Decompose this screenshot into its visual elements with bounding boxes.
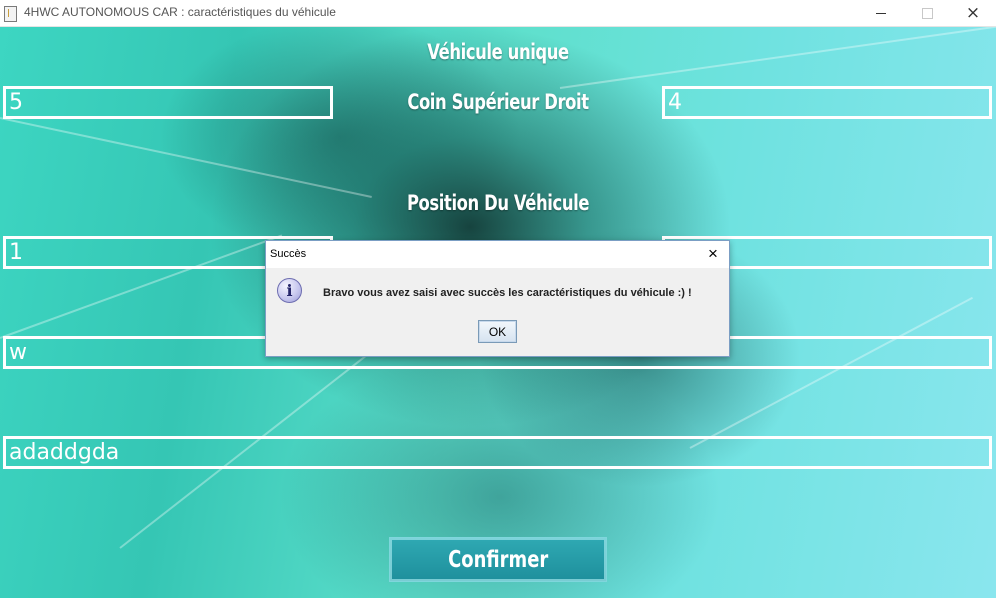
instructions-input[interactable]: adaddgda [3, 436, 992, 469]
confirm-button[interactable]: Confirmer [389, 537, 607, 582]
maximize-button[interactable] [904, 0, 950, 26]
background-streak [689, 296, 974, 449]
dialog-message: Bravo vous avez saisi avec succès les ca… [323, 287, 692, 299]
ok-button[interactable]: OK [478, 320, 517, 343]
dialog-close-button[interactable]: × [703, 244, 723, 264]
vehicle-heading: Véhicule unique [427, 40, 569, 64]
corner-heading: Coin Supérieur Droit [407, 90, 589, 114]
window-titlebar: 4HWC AUTONOMOUS CAR : caractéristiques d… [0, 0, 996, 27]
corner-y-input[interactable]: 4 [662, 86, 992, 119]
position-heading: Position Du Véhicule [406, 191, 590, 215]
info-icon: i [277, 278, 302, 303]
close-icon: × [965, 2, 981, 23]
confirm-label: Confirmer [447, 546, 549, 573]
window-title: 4HWC AUTONOMOUS CAR : caractéristiques d… [24, 5, 336, 19]
success-dialog: Succès × i Bravo vous avez saisi avec su… [265, 240, 730, 357]
background-streak [559, 27, 996, 89]
dialog-title: Succès [270, 248, 307, 260]
minimize-button[interactable] [858, 0, 904, 26]
maximize-icon [921, 7, 933, 19]
background-streak [0, 117, 372, 198]
dialog-titlebar: Succès × [266, 241, 729, 268]
minimize-icon [876, 12, 886, 14]
close-button[interactable]: × [950, 0, 996, 26]
corner-x-input[interactable]: 5 [3, 86, 333, 119]
app-icon [4, 6, 17, 22]
